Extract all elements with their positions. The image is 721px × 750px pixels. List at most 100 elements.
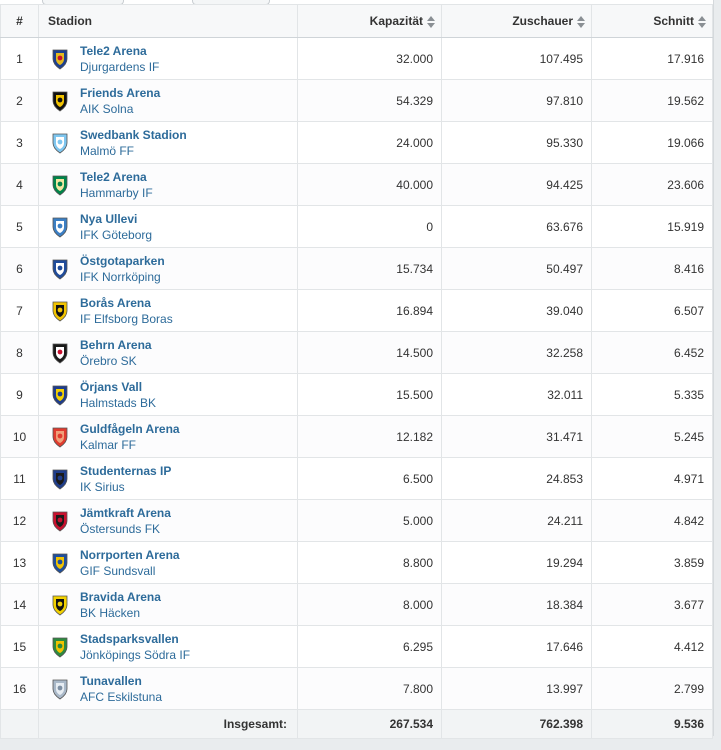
column-header-spectators[interactable]: Zuschauer bbox=[441, 4, 592, 38]
stadium-text: Nya Ullevi IFK Göteborg bbox=[80, 211, 152, 243]
column-header-rank: # bbox=[0, 4, 39, 38]
stadium-text: Friends Arena AIK Solna bbox=[80, 85, 160, 117]
club-name-link[interactable]: IFK Norrköping bbox=[80, 269, 165, 285]
sort-icon[interactable] bbox=[577, 15, 585, 28]
stadium-cell: Stadsparksvallen Jönköpings Södra IF bbox=[38, 625, 298, 668]
column-header-average[interactable]: Schnitt bbox=[591, 4, 713, 38]
stadium-name-link[interactable]: Östgotaparken bbox=[80, 253, 165, 269]
club-name-link[interactable]: IFK Göteborg bbox=[80, 227, 152, 243]
table-row: 3 Swedbank Stadion Malmö FF 24.000 95.330 19.… bbox=[0, 121, 713, 164]
stadium-text: Tele2 Arena Djurgardens IF bbox=[80, 43, 159, 75]
club-name-link[interactable]: Kalmar FF bbox=[80, 437, 180, 453]
capacity-cell: 7.800 bbox=[297, 667, 442, 710]
column-header-stadium: Stadion bbox=[38, 4, 298, 38]
club-name-link[interactable]: Örebro SK bbox=[80, 353, 152, 369]
capacity-cell: 16.894 bbox=[297, 289, 442, 332]
average-cell: 4.842 bbox=[591, 499, 713, 542]
club-name-link[interactable]: IF Elfsborg Boras bbox=[80, 311, 173, 327]
hacken-crest-icon bbox=[51, 594, 69, 616]
stadium-name-link[interactable]: Borås Arena bbox=[80, 295, 173, 311]
stadium-text: Östgotaparken IFK Norrköping bbox=[80, 253, 165, 285]
stadium-table: # Stadion Kapazität Zuschauer Schnitt 1 T… bbox=[0, 4, 713, 739]
rank-cell: 1 bbox=[0, 37, 39, 80]
club-name-link[interactable]: AFC Eskilstuna bbox=[80, 689, 162, 705]
stadium-name-link[interactable]: Norrporten Arena bbox=[80, 547, 180, 563]
stadium-cell: Bravida Arena BK Häcken bbox=[38, 583, 298, 626]
capacity-cell: 15.734 bbox=[297, 247, 442, 290]
stadium-name-link[interactable]: Jämtkraft Arena bbox=[80, 505, 171, 521]
table-row: 5 Nya Ullevi IFK Göteborg 0 63.676 15.919 bbox=[0, 205, 713, 248]
total-empty-cell bbox=[0, 709, 39, 739]
club-name-link[interactable]: AIK Solna bbox=[80, 101, 160, 117]
stadium-name-link[interactable]: Swedbank Stadion bbox=[80, 127, 187, 143]
table-row: 9 Örjans Vall Halmstads BK 15.500 32.011 5.33… bbox=[0, 373, 713, 416]
total-capacity: 267.534 bbox=[297, 709, 442, 739]
stadium-cell: Studenternas IP IK Sirius bbox=[38, 457, 298, 500]
spectators-cell: 17.646 bbox=[441, 625, 592, 668]
column-header-stadium-label: Stadion bbox=[48, 14, 92, 28]
stadium-name-link[interactable]: Bravida Arena bbox=[80, 589, 161, 605]
spectators-cell: 107.495 bbox=[441, 37, 592, 80]
stadium-text: Stadsparksvallen Jönköpings Södra IF bbox=[80, 631, 190, 663]
sort-icon[interactable] bbox=[427, 15, 435, 28]
average-cell: 6.452 bbox=[591, 331, 713, 374]
stadium-text: Jämtkraft Arena Östersunds FK bbox=[80, 505, 171, 537]
spectators-cell: 97.810 bbox=[441, 79, 592, 122]
eskilstuna-crest-icon bbox=[51, 678, 69, 700]
spectators-cell: 32.258 bbox=[441, 331, 592, 374]
club-name-link[interactable]: BK Häcken bbox=[80, 605, 161, 621]
stadium-entry: Studenternas IP IK Sirius bbox=[51, 463, 297, 495]
stadium-cell: Tunavallen AFC Eskilstuna bbox=[38, 667, 298, 710]
stadium-entry: Guldfågeln Arena Kalmar FF bbox=[51, 421, 297, 453]
stadium-text: Studenternas IP IK Sirius bbox=[80, 463, 171, 495]
stadium-cell: Norrporten Arena GIF Sundsvall bbox=[38, 541, 298, 584]
stadium-entry: Behrn Arena Örebro SK bbox=[51, 337, 297, 369]
stadium-entry: Tunavallen AFC Eskilstuna bbox=[51, 673, 297, 705]
table-row: 1 Tele2 Arena Djurgardens IF 32.000 107.495 1… bbox=[0, 37, 713, 80]
stadium-name-link[interactable]: Tele2 Arena bbox=[80, 43, 159, 59]
club-name-link[interactable]: Hammarby IF bbox=[80, 185, 153, 201]
table-row: 6 Östgotaparken IFK Norrköping 15.734 50.497… bbox=[0, 247, 713, 290]
stadium-name-link[interactable]: Tele2 Arena bbox=[80, 169, 153, 185]
sort-icon[interactable] bbox=[698, 15, 706, 28]
stadium-name-link[interactable]: Tunavallen bbox=[80, 673, 162, 689]
stadium-name-link[interactable]: Studenternas IP bbox=[80, 463, 171, 479]
club-name-link[interactable]: GIF Sundsvall bbox=[80, 563, 180, 579]
average-cell: 19.066 bbox=[591, 121, 713, 164]
table-header-row: # Stadion Kapazität Zuschauer Schnitt bbox=[0, 4, 713, 38]
rank-cell: 15 bbox=[0, 625, 39, 668]
spectators-cell: 13.997 bbox=[441, 667, 592, 710]
stadium-text: Swedbank Stadion Malmö FF bbox=[80, 127, 187, 159]
table-row: 12 Jämtkraft Arena Östersunds FK 5.000 24.21… bbox=[0, 499, 713, 542]
club-name-link[interactable]: Halmstads BK bbox=[80, 395, 156, 411]
stadium-name-link[interactable]: Nya Ullevi bbox=[80, 211, 152, 227]
spectators-cell: 94.425 bbox=[441, 163, 592, 206]
column-header-capacity[interactable]: Kapazität bbox=[297, 4, 442, 38]
average-cell: 15.919 bbox=[591, 205, 713, 248]
average-cell: 4.971 bbox=[591, 457, 713, 500]
capacity-cell: 6.295 bbox=[297, 625, 442, 668]
stadium-name-link[interactable]: Stadsparksvallen bbox=[80, 631, 190, 647]
column-header-capacity-label: Kapazität bbox=[369, 14, 423, 28]
average-cell: 17.916 bbox=[591, 37, 713, 80]
capacity-cell: 40.000 bbox=[297, 163, 442, 206]
club-name-link[interactable]: Östersunds FK bbox=[80, 521, 171, 537]
stadium-cell: Östgotaparken IFK Norrköping bbox=[38, 247, 298, 290]
stadium-name-link[interactable]: Guldfågeln Arena bbox=[80, 421, 180, 437]
stadium-entry: Norrporten Arena GIF Sundsvall bbox=[51, 547, 297, 579]
kalmar-crest-icon bbox=[51, 426, 69, 448]
rank-cell: 4 bbox=[0, 163, 39, 206]
spectators-cell: 19.294 bbox=[441, 541, 592, 584]
average-cell: 8.416 bbox=[591, 247, 713, 290]
stadium-entry: Nya Ullevi IFK Göteborg bbox=[51, 211, 297, 243]
stadium-text: Borås Arena IF Elfsborg Boras bbox=[80, 295, 173, 327]
club-name-link[interactable]: Jönköpings Södra IF bbox=[80, 647, 190, 663]
club-name-link[interactable]: IK Sirius bbox=[80, 479, 171, 495]
rank-cell: 14 bbox=[0, 583, 39, 626]
stadium-name-link[interactable]: Friends Arena bbox=[80, 85, 160, 101]
stadium-name-link[interactable]: Behrn Arena bbox=[80, 337, 152, 353]
djurgarden-crest-icon bbox=[51, 48, 69, 70]
club-name-link[interactable]: Djurgardens IF bbox=[80, 59, 159, 75]
stadium-name-link[interactable]: Örjans Vall bbox=[80, 379, 156, 395]
club-name-link[interactable]: Malmö FF bbox=[80, 143, 187, 159]
